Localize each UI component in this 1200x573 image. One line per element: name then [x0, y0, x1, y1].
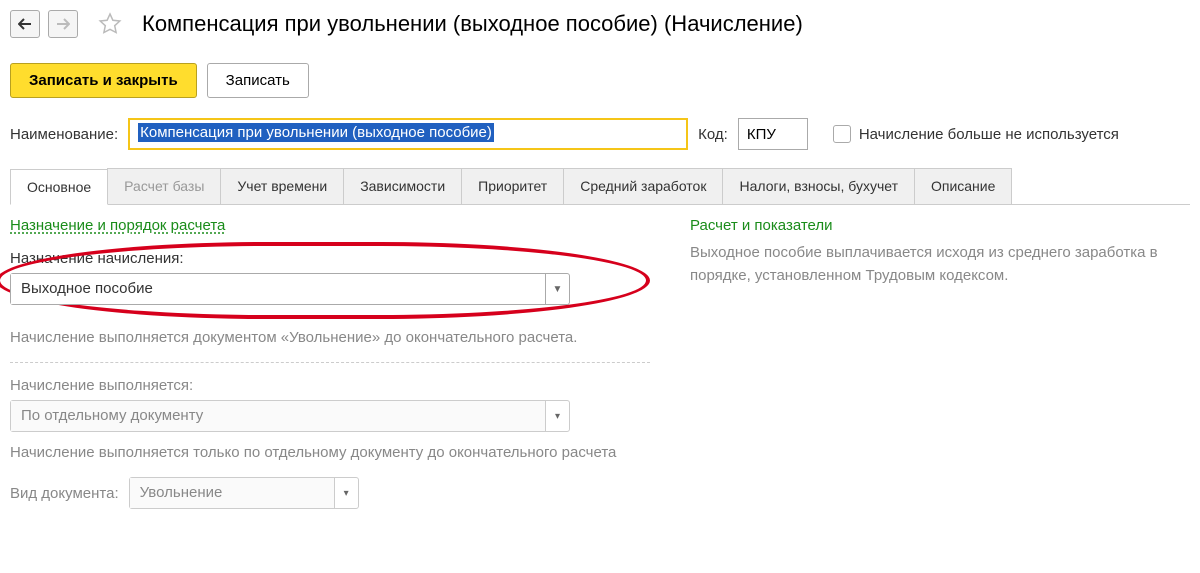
forward-button[interactable] [48, 10, 78, 38]
purpose-label: Назначение начисления: [10, 250, 636, 267]
info-text-1: Начисление выполняется документом «Уволь… [10, 327, 650, 348]
chevron-down-icon: ▾ [545, 401, 569, 431]
chevron-down-icon: ▾ [334, 478, 358, 508]
section-purpose-title[interactable]: Назначение и порядок расчета [10, 217, 650, 234]
unused-checkbox[interactable] [833, 125, 851, 143]
divider [10, 362, 650, 363]
doc-value: Увольнение [130, 478, 334, 508]
save-close-button[interactable]: Записать и закрыть [10, 63, 197, 98]
section-calc-title: Расчет и показатели [690, 217, 1170, 234]
name-label: Наименование: [10, 126, 118, 143]
code-input[interactable] [738, 118, 808, 150]
exec-label: Начисление выполняется: [10, 377, 650, 394]
page-title: Компенсация при увольнении (выходное пос… [142, 11, 803, 37]
purpose-value: Выходное пособие [11, 274, 545, 304]
code-label: Код: [698, 126, 728, 143]
tab-time[interactable]: Учет времени [220, 168, 344, 204]
tabs: Основное Расчет базы Учет времени Зависи… [10, 168, 1190, 205]
tab-avg[interactable]: Средний заработок [563, 168, 723, 204]
tab-desc[interactable]: Описание [914, 168, 1012, 204]
tab-deps[interactable]: Зависимости [343, 168, 462, 204]
tab-main[interactable]: Основное [10, 169, 108, 205]
tab-taxes[interactable]: Налоги, взносы, бухучет [722, 168, 915, 204]
save-button[interactable]: Записать [207, 63, 309, 98]
doc-select: Увольнение ▾ [129, 477, 359, 509]
exec-value: По отдельному документу [11, 401, 545, 431]
highlight-annotation: Назначение начисления: Выходное пособие … [0, 242, 650, 319]
info-text-2: Начисление выполняется только по отдельн… [10, 442, 650, 463]
name-input[interactable]: Компенсация при увольнении (выходное пос… [128, 118, 688, 150]
calc-description: Выходное пособие выплачивается исходя из… [690, 242, 1170, 287]
favorite-icon[interactable] [96, 10, 124, 38]
chevron-down-icon: ▼ [545, 274, 569, 304]
name-input-value: Компенсация при увольнении (выходное пос… [138, 123, 494, 142]
purpose-select[interactable]: Выходное пособие ▼ [10, 273, 570, 305]
tab-priority[interactable]: Приоритет [461, 168, 564, 204]
back-button[interactable] [10, 10, 40, 38]
tab-base-calc[interactable]: Расчет базы [107, 168, 221, 204]
unused-label: Начисление больше не используется [859, 126, 1119, 143]
doc-label: Вид документа: [10, 485, 119, 502]
exec-select: По отдельному документу ▾ [10, 400, 570, 432]
